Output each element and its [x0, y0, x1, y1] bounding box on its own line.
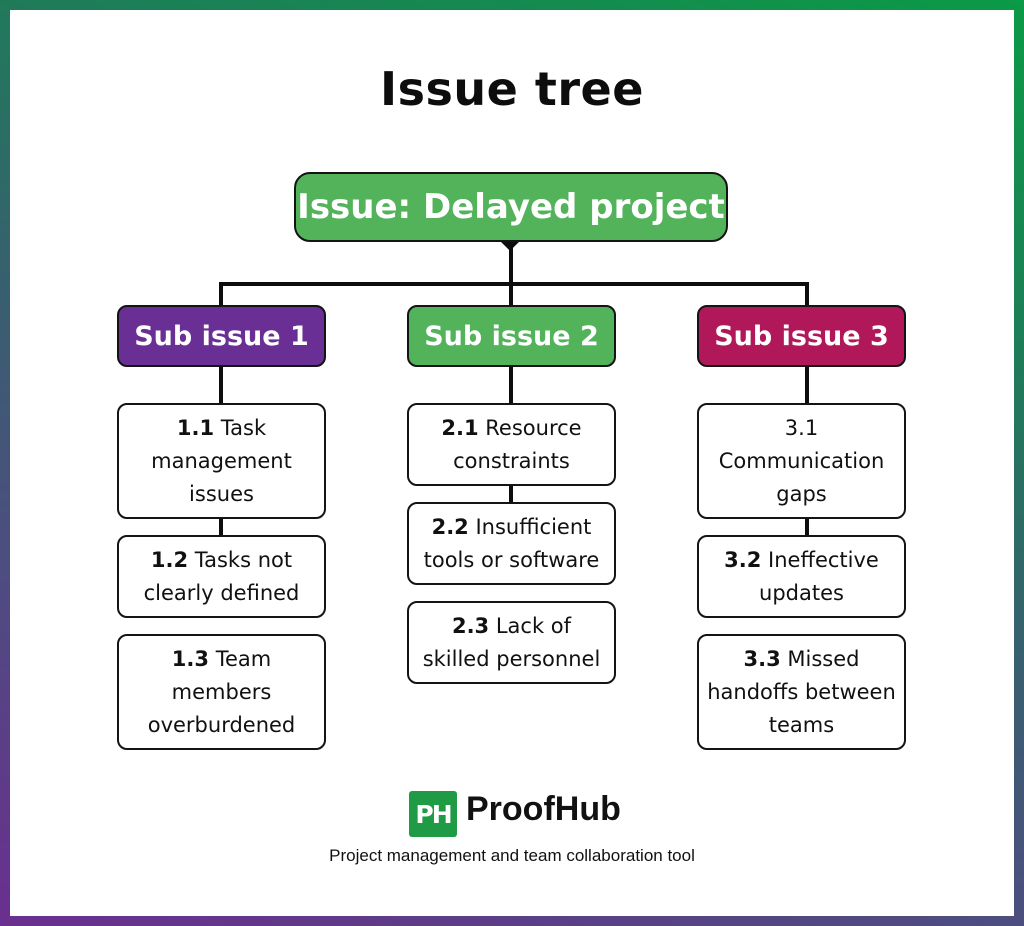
leaf-number: 1.2: [150, 547, 189, 572]
connector-sub1-leaf1: [219, 367, 223, 404]
brand-tagline: Project management and team collaboratio…: [329, 846, 695, 865]
leaf-number: 2.3: [451, 613, 490, 638]
leaf-number: 3.1: [784, 415, 819, 440]
connector-horizontal: [219, 282, 809, 286]
sub-issue-2-label: Sub issue 2: [424, 320, 599, 352]
connector-sub1-leaf2: [219, 518, 223, 536]
leaf-number: 1.3: [171, 646, 209, 671]
leaf-text: Team members overburdened: [147, 646, 296, 737]
leaf-text: Missed handoffs between teams: [707, 646, 896, 737]
diagram-title: Issue tree: [380, 62, 644, 116]
leaf-node-2-2: 2.2 Insufficient tools or software: [407, 502, 616, 585]
brand-name: ProofHub: [466, 790, 621, 828]
sub-issue-3-label: Sub issue 3: [714, 320, 889, 352]
logo-mark: PH: [415, 799, 452, 829]
leaf-node-2-1: 2.1 Resource constraints: [407, 403, 616, 486]
leaf-number: 1.1: [176, 415, 215, 440]
leaf-node-3-2: 3.2 Ineffective updates: [697, 535, 906, 618]
leaf-number: 3.3: [743, 646, 781, 671]
connector-root-stem: [509, 242, 513, 305]
leaf-text: Ineffective updates: [759, 547, 879, 605]
sub-issue-2-node: Sub issue 2: [407, 305, 616, 367]
leaf-text: Lack of skilled personnel: [422, 613, 601, 671]
leaf-node-1-3: 1.3 Team members overburdened: [117, 634, 326, 750]
connector-sub3-leaf2: [805, 518, 809, 536]
leaf-text: Communication gaps: [718, 448, 885, 506]
proofhub-logo-icon: PH: [409, 791, 457, 837]
leaf-number: 2.1: [441, 415, 479, 440]
leaf-number: 3.2: [724, 547, 762, 572]
leaf-node-1-1: 1.1 Task management issues: [117, 403, 326, 519]
connector-sub2-leaf2: [509, 485, 513, 503]
leaf-node-3-1: 3.1 Communication gaps: [697, 403, 906, 519]
sub-issue-1-node: Sub issue 1: [117, 305, 326, 367]
sub-issue-3-node: Sub issue 3: [697, 305, 906, 367]
leaf-text: Task management issues: [151, 415, 292, 506]
connector-sub2-leaf1: [509, 367, 513, 404]
sub-issue-1-label: Sub issue 1: [134, 320, 309, 352]
root-issue-label: Issue: Delayed project: [297, 187, 725, 227]
connector-sub3-leaf1: [805, 367, 809, 404]
leaf-number: 2.2: [431, 514, 469, 539]
leaf-node-1-2: 1.2 Tasks not clearly defined: [117, 535, 326, 618]
root-issue-node: Issue: Delayed project: [294, 172, 728, 242]
leaf-node-2-3: 2.3 Lack of skilled personnel: [407, 601, 616, 684]
leaf-node-3-3: 3.3 Missed handoffs between teams: [697, 634, 906, 750]
connector-to-sub-1: [219, 282, 223, 306]
connector-to-sub-3: [805, 282, 809, 306]
